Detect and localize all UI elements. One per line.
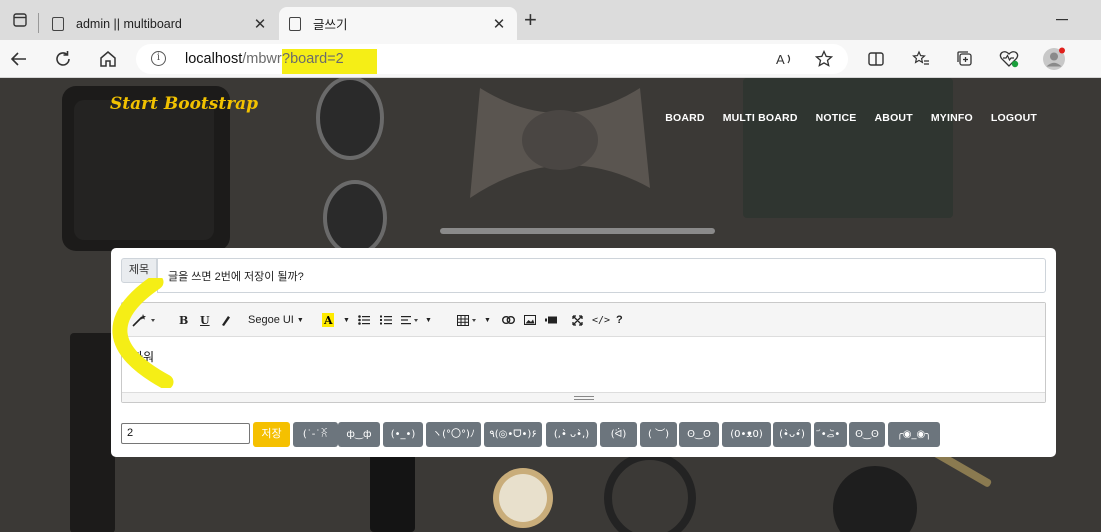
table-dropdown-icon[interactable]: ▼ xyxy=(484,312,491,328)
video-icon[interactable] xyxy=(545,312,557,328)
tab-title: admin || multiboard xyxy=(76,16,182,31)
write-form-card: 제목 글을 쓰면 2번에 저장이 될까? B U Segoe UI▼ A ▼ xyxy=(111,248,1056,457)
site-brand[interactable]: Start Bootstrap xyxy=(110,94,258,114)
browser-tab-bar: admin || multiboard ✕ 글쓰기 ✕ + xyxy=(0,0,1101,40)
magic-style-icon[interactable] xyxy=(132,312,156,328)
nav-multi-board[interactable]: MULTI BOARD xyxy=(723,112,798,124)
close-tab-icon[interactable]: ✕ xyxy=(252,15,268,33)
underline-icon[interactable]: U xyxy=(200,312,210,328)
tab-admin-multiboard[interactable]: admin || multiboard ✕ xyxy=(42,7,278,40)
back-icon[interactable] xyxy=(6,47,32,71)
emoticon-button[interactable]: ٩(◎•ᗜ•)۶ xyxy=(484,422,542,447)
emoticon-button[interactable]: (0•ᴥ0) xyxy=(722,422,771,447)
browser-essentials-icon[interactable] xyxy=(996,47,1022,71)
nav-myinfo[interactable]: MYINFO xyxy=(931,112,973,124)
emoticon-button[interactable]: ʘ‿ʘ xyxy=(679,422,719,447)
font-name-select[interactable]: Segoe UI ▼ xyxy=(248,312,304,328)
emoticon-button[interactable]: •᷄‎ࡇ•᷅ xyxy=(814,422,847,447)
emoticon-button[interactable]: (˙-˙ꐦ xyxy=(293,422,338,447)
table-icon[interactable] xyxy=(457,312,481,328)
page-icon xyxy=(289,16,301,31)
url-text: localhost/mbwrite xyxy=(185,51,297,67)
url-query: ?board=2 xyxy=(282,51,344,67)
emoticon-button[interactable]: ʘ‿ʘ xyxy=(849,422,885,447)
emoticon-button[interactable]: ヽ(°〇°)ﾉ xyxy=(426,422,481,447)
eraser-icon[interactable] xyxy=(220,312,230,328)
bold-icon[interactable]: B xyxy=(179,312,188,328)
page-icon xyxy=(52,16,64,31)
resize-grip-icon[interactable] xyxy=(574,396,594,400)
emoticon-button[interactable]: (,•̀ ᴗ•̀,) xyxy=(546,422,597,447)
tab-title: 글쓰기 xyxy=(313,18,348,32)
font-color-icon[interactable]: A xyxy=(322,312,334,328)
picture-icon[interactable] xyxy=(524,312,536,328)
tab-write[interactable]: 글쓰기 ✕ xyxy=(279,7,517,40)
favorites-icon[interactable] xyxy=(908,47,934,71)
nav-board[interactable]: BOARD xyxy=(665,112,705,124)
rich-text-editor: B U Segoe UI ▼ A ▼ ▼ ▼ </> ? 과워 xyxy=(121,302,1046,403)
emoticon-button[interactable]: ╭◉_◉╮ xyxy=(888,422,940,447)
color-dropdown-icon[interactable]: ▼ xyxy=(343,312,350,328)
emoticon-button[interactable]: ( ︶) xyxy=(640,422,677,447)
unordered-list-icon[interactable] xyxy=(358,312,370,328)
page-background: Start Bootstrap BOARD MULTI BOARD NOTICE… xyxy=(0,78,1101,532)
browser-toolbar: i localhost/mbwrite A xyxy=(0,40,1101,78)
board-number-input[interactable]: 2 xyxy=(121,423,250,444)
title-input[interactable]: 글을 쓰면 2번에 저장이 될까? xyxy=(157,258,1046,293)
title-label: 제목 xyxy=(121,258,157,283)
svg-text:A: A xyxy=(323,314,333,327)
emoticon-button[interactable]: ф‿ф xyxy=(338,422,380,447)
refresh-icon[interactable] xyxy=(50,47,76,71)
emoticon-button[interactable]: (•̀ᴗ•́) xyxy=(773,422,811,447)
address-bar[interactable]: i localhost/mbwrite xyxy=(136,44,848,74)
nav-about[interactable]: ABOUT xyxy=(875,112,913,124)
site-info-icon[interactable]: i xyxy=(151,51,166,66)
ordered-list-icon[interactable] xyxy=(380,312,392,328)
site-nav: BOARD MULTI BOARD NOTICE ABOUT MYINFO LO… xyxy=(665,112,1037,124)
nav-logout[interactable]: LOGOUT xyxy=(991,112,1037,124)
minimize-window-icon[interactable] xyxy=(1050,8,1074,32)
code-view-icon[interactable]: </> xyxy=(592,312,610,328)
emoticon-button[interactable]: (•_•) xyxy=(383,422,423,447)
split-screen-icon[interactable] xyxy=(863,47,889,71)
nav-notice[interactable]: NOTICE xyxy=(816,112,857,124)
editor-content[interactable]: 과워 xyxy=(132,348,154,365)
read-aloud-icon[interactable]: A xyxy=(772,47,798,71)
profile-avatar-icon[interactable] xyxy=(1041,47,1067,71)
save-button[interactable]: 저장 xyxy=(253,422,290,447)
paragraph-align-icon[interactable] xyxy=(401,312,423,328)
tab-actions-icon[interactable] xyxy=(8,8,32,32)
collections-icon[interactable] xyxy=(952,47,978,71)
chevron-down-icon: ▼ xyxy=(296,316,304,324)
url-host: localhost xyxy=(185,51,243,67)
font-name-value: Segoe UI xyxy=(248,314,294,326)
editor-toolbar: B U Segoe UI ▼ A ▼ ▼ ▼ </> ? xyxy=(122,303,1045,337)
close-tab-icon[interactable]: ✕ xyxy=(491,15,507,33)
new-tab-icon[interactable]: + xyxy=(524,9,537,31)
fullscreen-icon[interactable] xyxy=(572,312,583,328)
tab-separator xyxy=(38,13,39,33)
editor-resize-bar[interactable] xyxy=(122,392,1045,402)
favorite-star-icon[interactable] xyxy=(811,47,837,71)
link-icon[interactable] xyxy=(502,312,515,328)
help-icon[interactable]: ? xyxy=(616,312,623,328)
home-icon[interactable] xyxy=(95,47,121,71)
emoticon-button[interactable]: (ᐛ⁠) xyxy=(600,422,637,447)
svg-text:A: A xyxy=(776,52,785,67)
align-dropdown-icon[interactable]: ▼ xyxy=(425,312,432,328)
